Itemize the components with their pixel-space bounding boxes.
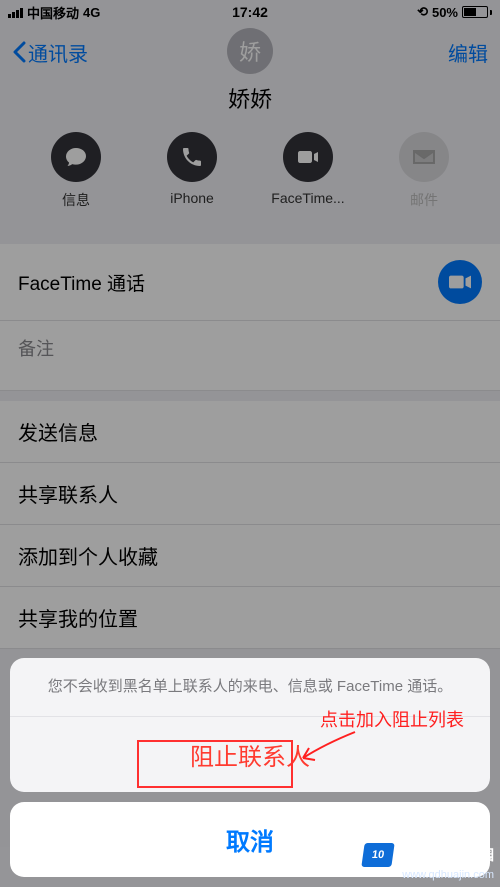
share-location-row[interactable]: 共享我的位置 xyxy=(0,587,500,649)
facetime-video-button[interactable] xyxy=(438,260,482,304)
edit-button[interactable]: 编辑 xyxy=(448,38,488,67)
carrier-label: 中国移动 xyxy=(27,3,79,22)
video-icon xyxy=(296,145,320,169)
facetime-label: FaceTime... xyxy=(271,190,344,206)
status-bar: 中国移动 4G 17:42 ⟲ 50% xyxy=(0,0,500,24)
facetime-call-row[interactable]: FaceTime 通话 xyxy=(0,244,500,321)
phone-label: iPhone xyxy=(170,190,214,206)
network-label: 4G xyxy=(83,5,100,20)
phone-icon xyxy=(180,145,204,169)
mail-button[interactable]: 邮件 xyxy=(384,132,464,210)
battery-icon xyxy=(462,6,492,18)
send-message-row[interactable]: 发送信息 xyxy=(0,401,500,463)
facetime-button[interactable]: FaceTime... xyxy=(268,132,348,210)
rotation-lock-icon: ⟲ xyxy=(417,4,428,20)
share-contact-row[interactable]: 共享联系人 xyxy=(0,463,500,525)
add-favorite-row[interactable]: 添加到个人收藏 xyxy=(0,525,500,587)
send-message-label: 发送信息 xyxy=(18,417,98,446)
avatar: 娇 xyxy=(227,28,273,74)
video-icon xyxy=(449,273,471,291)
message-icon xyxy=(64,145,88,169)
back-button[interactable]: 通讯录 xyxy=(12,38,88,67)
actions-row: 信息 iPhone FaceTime... 邮件 xyxy=(0,132,500,234)
notes-label: 备注 xyxy=(18,335,54,361)
phone-button[interactable]: iPhone xyxy=(152,132,232,210)
contact-name: 娇娇 xyxy=(0,82,500,114)
share-contact-label: 共享联系人 xyxy=(18,479,118,508)
message-button[interactable]: 信息 xyxy=(36,132,116,210)
nav-bar: 通讯录 娇 编辑 xyxy=(0,24,500,80)
battery-pct: 50% xyxy=(432,5,458,20)
sheet-message: 您不会收到黑名单上联系人的来电、信息或 FaceTime 通话。 xyxy=(10,658,490,718)
mail-label: 邮件 xyxy=(410,190,438,210)
message-label: 信息 xyxy=(62,190,90,210)
facetime-call-label: FaceTime 通话 xyxy=(18,269,145,296)
mail-icon xyxy=(412,145,436,169)
add-favorite-label: 添加到个人收藏 xyxy=(18,541,158,570)
notes-row[interactable]: 备注 xyxy=(0,321,500,391)
block-contact-button[interactable]: 阻止联系人 xyxy=(10,717,490,792)
chevron-left-icon xyxy=(12,41,26,63)
back-label: 通讯录 xyxy=(28,38,88,67)
cancel-button[interactable]: 取消 xyxy=(10,802,490,877)
share-location-label: 共享我的位置 xyxy=(18,603,138,632)
signal-icon xyxy=(8,6,23,18)
action-sheet: 您不会收到黑名单上联系人的来电、信息或 FaceTime 通话。 阻止联系人 取… xyxy=(10,658,490,878)
avatar-letter: 娇 xyxy=(239,35,261,67)
